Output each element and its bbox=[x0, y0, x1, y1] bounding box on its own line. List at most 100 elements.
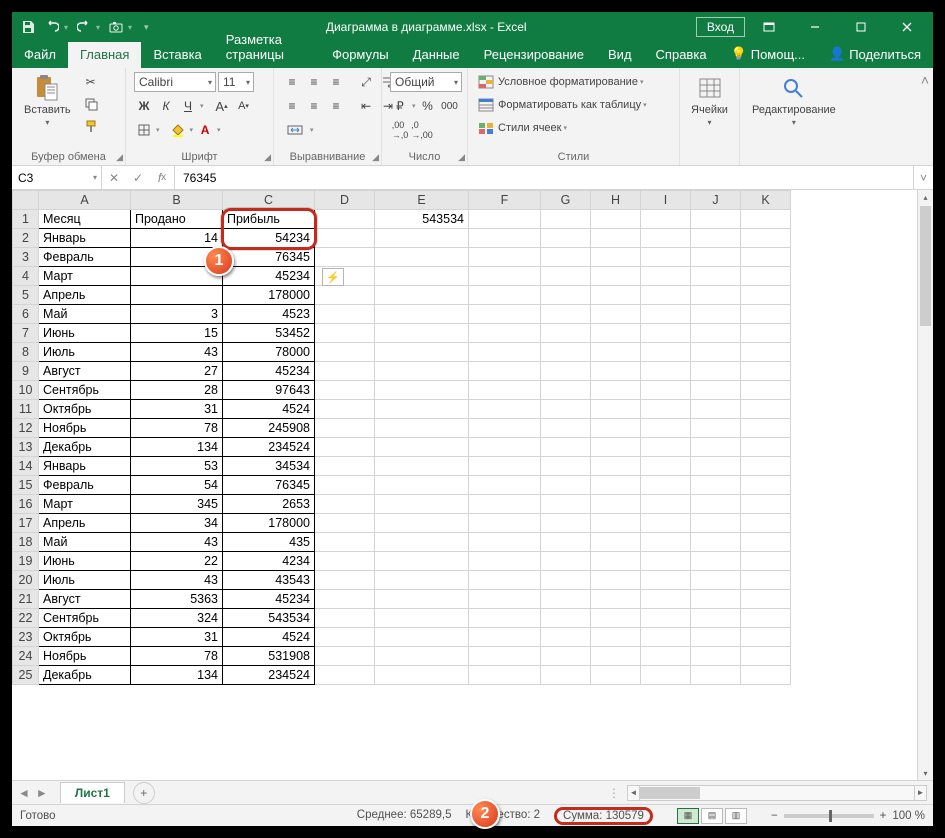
cell[interactable] bbox=[375, 419, 469, 438]
cell[interactable]: 543534 bbox=[375, 210, 469, 229]
insert-function-icon[interactable]: fx bbox=[150, 171, 174, 185]
cell[interactable] bbox=[741, 533, 791, 552]
cell[interactable] bbox=[591, 476, 641, 495]
zoom-slider[interactable] bbox=[784, 814, 874, 818]
cell[interactable] bbox=[641, 514, 691, 533]
increase-decimal-icon[interactable]: ,00→,0 bbox=[390, 120, 410, 140]
cell[interactable]: Январь bbox=[39, 457, 131, 476]
cell[interactable]: Июль bbox=[39, 571, 131, 590]
cell[interactable] bbox=[591, 609, 641, 628]
cell[interactable] bbox=[591, 381, 641, 400]
cell[interactable]: 45234 bbox=[223, 267, 315, 286]
cell[interactable]: Декабрь bbox=[39, 666, 131, 685]
cell[interactable] bbox=[741, 438, 791, 457]
cell[interactable] bbox=[691, 229, 741, 248]
cell[interactable] bbox=[315, 457, 375, 476]
cell[interactable] bbox=[691, 305, 741, 324]
cell[interactable] bbox=[315, 419, 375, 438]
row-header[interactable]: 16 bbox=[13, 495, 39, 514]
tab-split-icon[interactable]: ⋮ bbox=[607, 786, 621, 800]
cell[interactable]: 78 bbox=[131, 419, 223, 438]
zoom-out-icon[interactable]: − bbox=[771, 810, 778, 822]
cell[interactable] bbox=[741, 210, 791, 229]
cell[interactable] bbox=[741, 514, 791, 533]
cell[interactable] bbox=[541, 647, 591, 666]
cell[interactable] bbox=[315, 248, 375, 267]
cell[interactable]: 45234 bbox=[223, 590, 315, 609]
cell[interactable] bbox=[375, 457, 469, 476]
cell[interactable] bbox=[641, 571, 691, 590]
cell[interactable] bbox=[131, 286, 223, 305]
cell[interactable] bbox=[469, 495, 541, 514]
cell[interactable] bbox=[541, 590, 591, 609]
close-icon[interactable] bbox=[885, 12, 929, 42]
decrease-font-icon[interactable]: A▾ bbox=[234, 96, 254, 116]
cell[interactable]: 43 bbox=[131, 571, 223, 590]
decrease-indent-icon[interactable]: ⇤ bbox=[356, 96, 376, 116]
fill-color-icon[interactable] bbox=[168, 120, 188, 140]
cell[interactable] bbox=[375, 248, 469, 267]
cell[interactable] bbox=[691, 343, 741, 362]
sheet-tab[interactable]: Лист1 bbox=[60, 782, 125, 803]
cell[interactable] bbox=[641, 248, 691, 267]
row-header[interactable]: 19 bbox=[13, 552, 39, 571]
cell[interactable] bbox=[641, 609, 691, 628]
cell[interactable] bbox=[469, 210, 541, 229]
cell[interactable] bbox=[691, 495, 741, 514]
cell[interactable] bbox=[741, 457, 791, 476]
cell[interactable] bbox=[375, 438, 469, 457]
cell[interactable] bbox=[541, 210, 591, 229]
cell[interactable] bbox=[469, 400, 541, 419]
cell[interactable] bbox=[315, 571, 375, 590]
cell[interactable] bbox=[691, 457, 741, 476]
cell[interactable] bbox=[541, 267, 591, 286]
cell[interactable] bbox=[541, 457, 591, 476]
cell[interactable] bbox=[741, 419, 791, 438]
align-left-icon[interactable]: ≡ bbox=[282, 96, 302, 116]
cell[interactable] bbox=[641, 286, 691, 305]
cell[interactable] bbox=[469, 552, 541, 571]
normal-view-icon[interactable]: ▦ bbox=[677, 808, 699, 824]
cell[interactable] bbox=[641, 400, 691, 419]
cell[interactable]: 53 bbox=[131, 457, 223, 476]
copy-icon[interactable] bbox=[81, 94, 101, 114]
cell[interactable] bbox=[375, 571, 469, 590]
font-color-icon[interactable]: A bbox=[195, 120, 215, 140]
align-right-icon[interactable]: ≡ bbox=[326, 96, 346, 116]
cell[interactable] bbox=[641, 419, 691, 438]
cell[interactable] bbox=[741, 343, 791, 362]
ribbon-display-icon[interactable] bbox=[747, 12, 791, 42]
cell[interactable] bbox=[315, 514, 375, 533]
cell[interactable]: Июнь bbox=[39, 324, 131, 343]
cell[interactable] bbox=[541, 495, 591, 514]
cell[interactable] bbox=[591, 628, 641, 647]
tell-me[interactable]: 💡Помощ... bbox=[719, 41, 817, 68]
col-header-G[interactable]: G bbox=[541, 191, 591, 210]
cell[interactable] bbox=[541, 305, 591, 324]
cell[interactable] bbox=[591, 419, 641, 438]
cell[interactable] bbox=[691, 666, 741, 685]
row-header[interactable]: 1 bbox=[13, 210, 39, 229]
cell[interactable] bbox=[469, 647, 541, 666]
cell[interactable] bbox=[741, 609, 791, 628]
tab-review[interactable]: Рецензирование bbox=[472, 42, 596, 68]
tab-view[interactable]: Вид bbox=[596, 42, 644, 68]
tab-data[interactable]: Данные bbox=[401, 42, 472, 68]
cell[interactable]: Апрель bbox=[39, 514, 131, 533]
cell[interactable] bbox=[741, 400, 791, 419]
cell[interactable]: Январь bbox=[39, 229, 131, 248]
cell[interactable] bbox=[469, 628, 541, 647]
cell[interactable] bbox=[541, 609, 591, 628]
quick-analysis-icon[interactable]: ⚡ bbox=[322, 268, 344, 286]
cancel-formula-icon[interactable]: ✕ bbox=[102, 171, 126, 185]
cell[interactable]: 345 bbox=[131, 495, 223, 514]
cell[interactable] bbox=[315, 286, 375, 305]
share-button[interactable]: 👤Поделиться bbox=[817, 41, 933, 68]
zoom-in-icon[interactable]: + bbox=[880, 810, 887, 822]
paste-button[interactable]: Вставить ▾ bbox=[20, 72, 75, 129]
cell[interactable] bbox=[691, 628, 741, 647]
cell[interactable] bbox=[375, 476, 469, 495]
cell[interactable] bbox=[541, 571, 591, 590]
cell[interactable] bbox=[591, 647, 641, 666]
cell[interactable]: 5363 bbox=[131, 590, 223, 609]
